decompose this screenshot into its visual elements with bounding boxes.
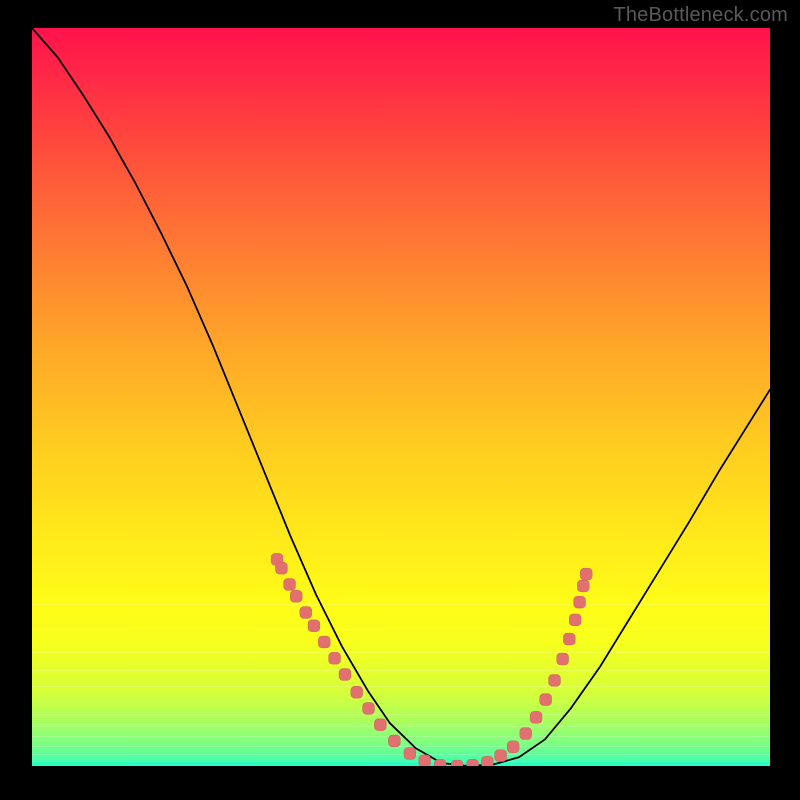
curve-marker (574, 596, 586, 608)
watermark-text: TheBottleneck.com (613, 4, 788, 27)
curve-marker (520, 728, 532, 740)
curve-marker (451, 760, 463, 766)
curve-marker (557, 653, 569, 665)
curve-marker (300, 607, 312, 619)
curve-marker (276, 562, 288, 574)
curve-marker (419, 755, 431, 766)
curve-marker (308, 620, 320, 632)
curve-marker (318, 636, 330, 648)
bottleneck-curve (32, 28, 770, 766)
curve-marker (339, 669, 351, 681)
chart-plot-area (32, 28, 770, 766)
curve-marker (495, 750, 507, 762)
curve-marker (569, 614, 581, 626)
curve-marker (351, 686, 363, 698)
chart-svg (32, 28, 770, 766)
curve-marker (530, 711, 542, 723)
curve-marker (388, 735, 400, 747)
curve-marker (577, 580, 589, 592)
curve-marker (363, 703, 375, 715)
curve-marker (404, 748, 416, 760)
curve-marker (290, 590, 302, 602)
curve-marker (540, 694, 552, 706)
curve-marker (374, 719, 386, 731)
plot-background (32, 28, 770, 766)
curve-marker (580, 568, 592, 580)
curve-marker (549, 674, 561, 686)
curve-marker (481, 756, 493, 766)
curve-marker (563, 633, 575, 645)
curve-marker (284, 579, 296, 591)
curve-marker (467, 759, 479, 766)
curve-marker (329, 652, 341, 664)
curve-marker (507, 741, 519, 753)
marker-group (271, 553, 592, 766)
curve-marker (434, 759, 446, 766)
